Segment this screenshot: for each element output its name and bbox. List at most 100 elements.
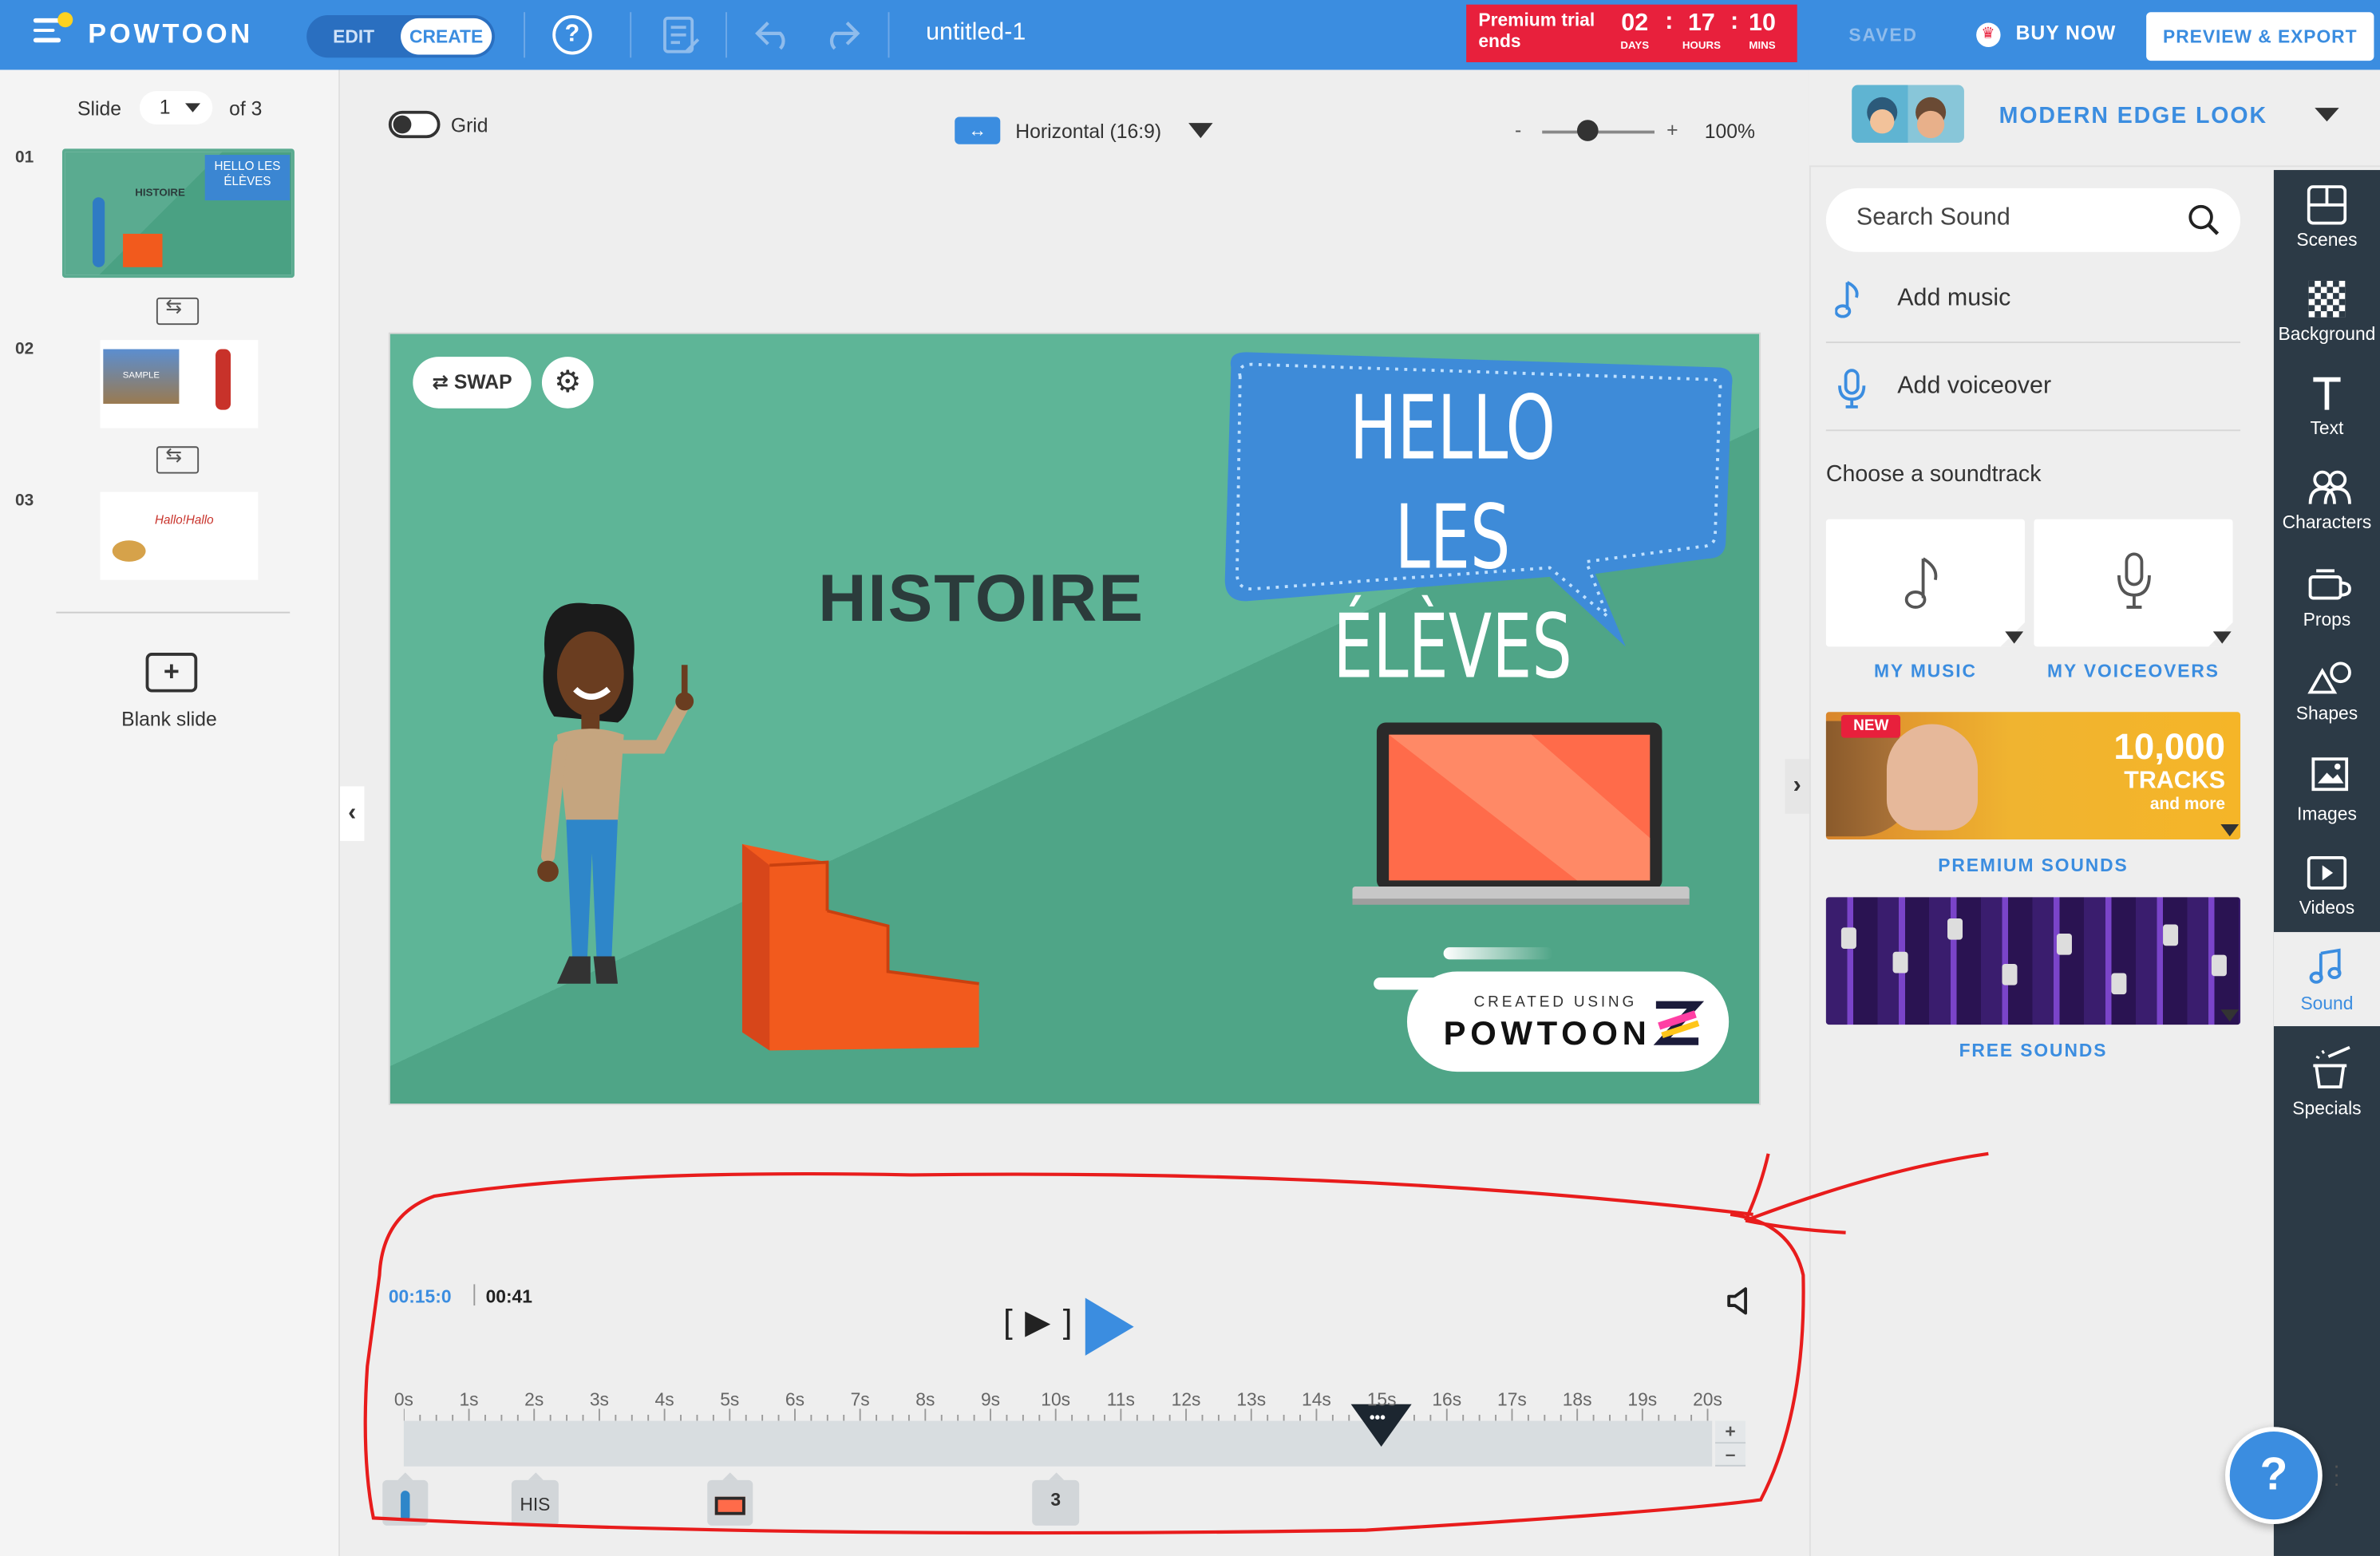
transition-icon[interactable] <box>156 444 200 474</box>
play-slide-button[interactable]: [ ▶ ] <box>1003 1302 1073 1341</box>
sidebar-item-sound[interactable]: Sound <box>2273 932 2380 1027</box>
timeline-marker-laptop[interactable] <box>707 1472 753 1526</box>
slide-number: 03 <box>15 492 34 511</box>
volume-icon[interactable] <box>1724 1285 1754 1316</box>
sidebar-item-text[interactable]: Text <box>2274 358 2380 452</box>
trial-hours-value: 17 <box>1687 10 1715 37</box>
sidebar-item-background[interactable]: Background <box>2274 264 2380 358</box>
search-icon[interactable] <box>2187 203 2220 237</box>
free-sounds-banner[interactable] <box>1825 897 2241 1025</box>
add-music-row[interactable]: Add music <box>1825 258 2241 343</box>
zoom-slider-track[interactable] <box>1542 130 1655 134</box>
timeline-marker-character[interactable] <box>382 1472 429 1526</box>
collapse-left-panel-icon[interactable]: ‹ <box>340 786 365 841</box>
slide-canvas[interactable]: ⇄ SWAP ⚙ HELLO LES ÉLÈVES HISTOIRE CREAT… <box>388 332 1761 1105</box>
timeline-tick-label: 7s <box>850 1388 870 1411</box>
my-music-card[interactable] <box>1825 519 2026 647</box>
search-input[interactable] <box>1856 204 2176 233</box>
timeline-tick-label: 3s <box>589 1388 609 1411</box>
slide-thumbnail-3[interactable]: Hallo!Hallo <box>100 492 259 580</box>
timeline-zoom-in-button[interactable]: + <box>1715 1420 1746 1444</box>
thumb-character <box>93 197 105 267</box>
sidebar-item-props[interactable]: Props <box>2274 550 2380 644</box>
playhead-menu-icon[interactable]: ••• <box>1370 1410 1386 1427</box>
swap-button[interactable]: ⇄ SWAP <box>413 357 532 409</box>
premium-sounds-label[interactable]: PREMIUM SOUNDS <box>1826 855 2240 876</box>
edit-mode-button[interactable]: EDIT <box>306 15 401 57</box>
blank-slide-label[interactable]: Blank slide <box>121 708 217 731</box>
colon: : <box>1665 9 1674 35</box>
my-voiceovers-card[interactable] <box>2034 519 2233 647</box>
video-play-icon <box>2307 855 2347 890</box>
sidebar-item-scenes[interactable]: Scenes <box>2274 170 2380 264</box>
timeline-track[interactable] <box>403 1420 1713 1467</box>
help-chat-button[interactable]: ? <box>2225 1427 2323 1525</box>
my-voiceovers-label[interactable]: MY VOICEOVERS <box>2034 661 2232 682</box>
help-icon[interactable]: ? <box>552 15 592 55</box>
premium-sounds-banner[interactable]: NEW 10,000 TRACKS and more <box>1825 712 2241 840</box>
menu-icon[interactable] <box>33 12 73 49</box>
sidebar-item-videos[interactable]: Videos <box>2274 838 2380 932</box>
play-icon[interactable] <box>1085 1297 1134 1356</box>
settings-gear-icon[interactable]: ⚙ <box>541 357 594 409</box>
laptop-prop[interactable] <box>1350 717 1693 911</box>
zoom-slider-handle[interactable] <box>1576 120 1598 141</box>
thumb-bird <box>112 540 146 562</box>
add-voiceover-row[interactable]: Add voiceover <box>1825 346 2241 432</box>
buy-now-button[interactable]: ♛ BUY NOW <box>1976 22 2116 47</box>
redo-icon[interactable] <box>820 18 862 52</box>
orientation-label[interactable]: Horizontal (16:9) <box>1015 120 1161 143</box>
chevron-down-icon[interactable] <box>2212 631 2232 644</box>
chevron-down-icon[interactable] <box>2005 631 2024 644</box>
mode-toggle[interactable]: EDIT CREATE <box>306 15 495 58</box>
style-thumbnail[interactable] <box>1852 85 1964 143</box>
sidebar-item-label: Characters <box>2282 511 2372 533</box>
slide-select[interactable]: 1 <box>139 91 213 124</box>
chevron-down-icon[interactable] <box>2220 824 2240 837</box>
add-slide-icon[interactable]: + <box>145 653 198 693</box>
zoom-out-button[interactable]: - <box>1515 118 1521 141</box>
collapse-right-panel-icon[interactable]: › <box>1785 759 1809 814</box>
sidebar-item-images[interactable]: Images <box>2274 740 2380 835</box>
timeline-zoom-out-button[interactable]: – <box>1715 1443 1746 1467</box>
document-title[interactable]: untitled-1 <box>926 20 1026 47</box>
chevron-down-icon[interactable] <box>1188 123 1213 139</box>
sidebar-item-shapes[interactable]: Shapes <box>2274 644 2380 738</box>
timeline-marker-text[interactable]: HIS <box>511 1472 559 1526</box>
slide-thumbnail-1[interactable]: HISTOIRE HELLO LES ÉLÈVES <box>61 148 295 278</box>
transition-icon[interactable] <box>156 294 200 326</box>
timeline-marker-group[interactable]: 3 <box>1032 1472 1080 1526</box>
create-mode-button[interactable]: CREATE <box>401 18 492 55</box>
slide-title-text[interactable]: HISTOIRE <box>818 562 1145 638</box>
sidebar-item-specials[interactable]: Specials <box>2274 1038 2380 1132</box>
trial-mins: 10 MINS <box>1737 9 1789 53</box>
mixer-fader <box>1947 918 1963 940</box>
slide-thumbnail-2[interactable]: SAMPLE <box>100 340 259 428</box>
timeline-tick-label: 1s <box>459 1388 479 1411</box>
banner-headline: 10,000 <box>2113 727 2226 768</box>
style-name[interactable]: MODERN EDGE LOOK <box>1999 103 2267 128</box>
sidebar-item-characters[interactable]: Characters <box>2274 452 2380 547</box>
thumb-stairs <box>123 233 163 267</box>
style-avatars-icon <box>1867 97 1947 139</box>
thumb-bubble: HELLO LES ÉLÈVES <box>204 155 291 201</box>
bubble-text[interactable]: HELLO LES ÉLÈVES <box>1322 373 1584 701</box>
undo-icon[interactable] <box>753 18 795 52</box>
timeline-tick-label: 10s <box>1041 1388 1071 1411</box>
zoom-in-button[interactable]: + <box>1666 118 1678 141</box>
more-options-icon[interactable]: · · · <box>2333 1454 2340 1493</box>
trial-countdown[interactable]: Premium trial ends 02 DAYS : 17 HOURS : … <box>1466 4 1797 62</box>
stairs-prop[interactable] <box>736 838 985 1053</box>
my-music-label[interactable]: MY MUSIC <box>1826 661 2025 682</box>
character-woman[interactable] <box>524 595 706 1036</box>
chevron-down-icon <box>185 103 201 113</box>
chevron-down-icon[interactable] <box>2315 108 2339 122</box>
timeline-tick-label: 4s <box>654 1388 674 1411</box>
thumb-image: SAMPLE <box>103 349 180 405</box>
chevron-down-icon[interactable] <box>2220 1009 2240 1022</box>
grid-toggle[interactable] <box>388 110 441 139</box>
free-sounds-label[interactable]: FREE SOUNDS <box>1826 1040 2240 1061</box>
orientation-icon[interactable]: ↔ <box>955 117 1001 144</box>
notes-icon[interactable] <box>662 15 701 57</box>
preview-export-button[interactable]: PREVIEW & EXPORT <box>2146 12 2374 61</box>
